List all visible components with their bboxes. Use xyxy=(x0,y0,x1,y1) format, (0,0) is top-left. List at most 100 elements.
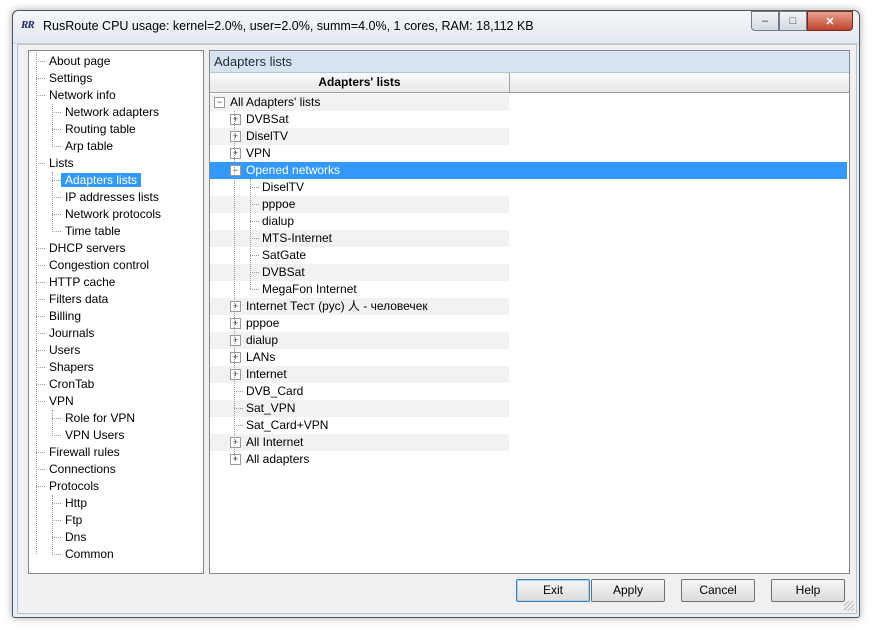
tree-connector xyxy=(52,520,61,521)
nav-item-role-for-vpn[interactable]: Role for VPN xyxy=(61,410,139,427)
nav-item-protocols[interactable]: Protocols xyxy=(45,478,103,495)
tree-item-label[interactable]: Internet Тест (рус) 人 - человечек xyxy=(246,298,428,315)
nav-item-users[interactable]: Users xyxy=(45,342,84,359)
nav-item-label: VPN xyxy=(49,394,74,408)
nav-item-http[interactable]: Http xyxy=(61,495,91,512)
tree-item-label[interactable]: dialup xyxy=(246,332,278,349)
nav-item-network-adapters[interactable]: Network adapters xyxy=(61,104,163,121)
nav-item-vpn[interactable]: VPN xyxy=(45,393,78,410)
nav-item-routing-table[interactable]: Routing table xyxy=(61,121,140,138)
tree-item-label[interactable]: Sat_Card+VPN xyxy=(246,417,328,434)
nav-item-label: IP addresses lists xyxy=(65,190,159,204)
nav-item-connections[interactable]: Connections xyxy=(45,461,120,478)
tree-item-label[interactable]: MTS-Internet xyxy=(262,230,332,247)
nav-item-lists[interactable]: Lists xyxy=(45,155,78,172)
tree-connector xyxy=(52,537,61,538)
tree-branch xyxy=(52,495,53,555)
expand-icon[interactable]: + xyxy=(230,335,241,346)
collapse-icon[interactable]: − xyxy=(230,165,241,176)
expand-icon[interactable]: + xyxy=(230,369,241,380)
expand-icon[interactable]: + xyxy=(230,437,241,448)
nav-item-http-cache[interactable]: HTTP cache xyxy=(45,274,119,291)
nav-item-journals[interactable]: Journals xyxy=(45,325,98,342)
nav-item-dhcp-servers[interactable]: DHCP servers xyxy=(45,240,129,257)
tree-connector xyxy=(36,61,45,62)
expand-icon[interactable]: + xyxy=(230,131,241,142)
nav-item-filters-data[interactable]: Filters data xyxy=(45,291,112,308)
nav-item-ip-addresses-lists[interactable]: IP addresses lists xyxy=(61,189,163,206)
nav-item-label: Journals xyxy=(49,326,95,340)
tree-connector xyxy=(250,187,259,188)
tree-connector xyxy=(36,469,45,470)
expand-icon[interactable]: + xyxy=(230,352,241,363)
tree-item-label[interactable]: pppoe xyxy=(262,196,295,213)
tree-item-label[interactable]: DVB_Card xyxy=(246,383,303,400)
maximize-button[interactable]: □ xyxy=(779,11,807,31)
tree-connector xyxy=(52,503,61,504)
tree-item-label[interactable]: Internet xyxy=(246,366,287,383)
tree-item-label[interactable]: DVBSat xyxy=(246,111,289,128)
nav-item-billing[interactable]: Billing xyxy=(45,308,85,325)
expand-icon[interactable]: + xyxy=(230,148,241,159)
nav-item-settings[interactable]: Settings xyxy=(45,70,96,87)
expand-icon[interactable]: + xyxy=(230,114,241,125)
exit-button[interactable]: Exit xyxy=(516,579,590,602)
nav-item-label: Routing table xyxy=(65,122,136,136)
apply-button[interactable]: Apply xyxy=(591,579,665,602)
navigation-tree[interactable]: About page Settings Network info Network ad… xyxy=(28,50,204,574)
nav-item-about-page[interactable]: About page xyxy=(45,53,114,70)
tree-item-label[interactable]: LANs xyxy=(246,349,275,366)
nav-item-ftp[interactable]: Ftp xyxy=(61,512,86,529)
tree-connector xyxy=(36,95,45,96)
nav-item-label: Time table xyxy=(65,224,121,238)
nav-item-label: Protocols xyxy=(49,479,100,493)
nav-item-common[interactable]: Common xyxy=(61,546,118,563)
tree-item-label[interactable]: pppoe xyxy=(246,315,279,332)
nav-item-label: Network info xyxy=(49,88,116,102)
tree-trunk xyxy=(36,53,37,554)
tree-item-label[interactable]: MegaFon Internet xyxy=(262,281,357,298)
help-button[interactable]: Help xyxy=(771,579,845,602)
tree-item-label[interactable]: DVBSat xyxy=(262,264,305,281)
nav-item-network-protocols[interactable]: Network protocols xyxy=(61,206,165,223)
nav-item-label: Congestion control xyxy=(49,258,150,272)
nav-item-congestion-control[interactable]: Congestion control xyxy=(45,257,153,274)
expand-icon[interactable]: + xyxy=(230,301,241,312)
title-bar[interactable]: RR RusRoute CPU usage: kernel=2.0%, user… xyxy=(13,11,859,44)
expand-icon[interactable]: + xyxy=(230,454,241,465)
minimize-icon: – xyxy=(761,15,769,27)
tree-item-label[interactable]: Opened networks xyxy=(246,162,340,179)
close-button[interactable]: ✕ xyxy=(807,11,853,31)
nav-item-crontab[interactable]: CronTab xyxy=(45,376,98,393)
nav-item-label: Ftp xyxy=(65,513,83,527)
tree-item-label[interactable]: All Adapters' lists xyxy=(230,94,320,111)
nav-item-vpn-users[interactable]: VPN Users xyxy=(61,427,128,444)
tree-connector xyxy=(52,435,61,436)
collapse-icon[interactable]: − xyxy=(214,97,225,108)
cancel-button[interactable]: Cancel xyxy=(681,579,755,602)
column-header-adapters-lists[interactable]: Adapters' lists xyxy=(210,73,510,93)
nav-item-arp-table[interactable]: Arp table xyxy=(61,138,117,155)
nav-item-network-info[interactable]: Network info xyxy=(45,87,120,104)
nav-item-firewall-rules[interactable]: Firewall rules xyxy=(45,444,124,461)
tree-item-label[interactable]: DiselTV xyxy=(262,179,304,196)
tree-item-label[interactable]: SatGate xyxy=(262,247,306,264)
tree-connector xyxy=(250,272,259,273)
resize-grip[interactable] xyxy=(844,601,854,611)
nav-item-label: CronTab xyxy=(49,377,95,391)
tree-connector xyxy=(250,221,259,222)
tree-item-label[interactable]: All Internet xyxy=(246,434,303,451)
nav-item-shapers[interactable]: Shapers xyxy=(45,359,98,376)
tree-item-label[interactable]: DiselTV xyxy=(246,128,288,145)
nav-item-label: Network adapters xyxy=(65,105,160,119)
nav-item-adapters-lists[interactable]: Adapters lists xyxy=(61,172,142,189)
nav-item-dns[interactable]: Dns xyxy=(61,529,90,546)
nav-item-label: Adapters lists xyxy=(61,173,142,187)
tree-item-label[interactable]: All adapters xyxy=(246,451,309,468)
tree-item-label[interactable]: dialup xyxy=(262,213,294,230)
tree-item-label[interactable]: VPN xyxy=(246,145,271,162)
nav-item-time-table[interactable]: Time table xyxy=(61,223,125,240)
expand-icon[interactable]: + xyxy=(230,318,241,329)
minimize-button[interactable]: – xyxy=(751,11,779,31)
tree-item-label[interactable]: Sat_VPN xyxy=(246,400,295,417)
